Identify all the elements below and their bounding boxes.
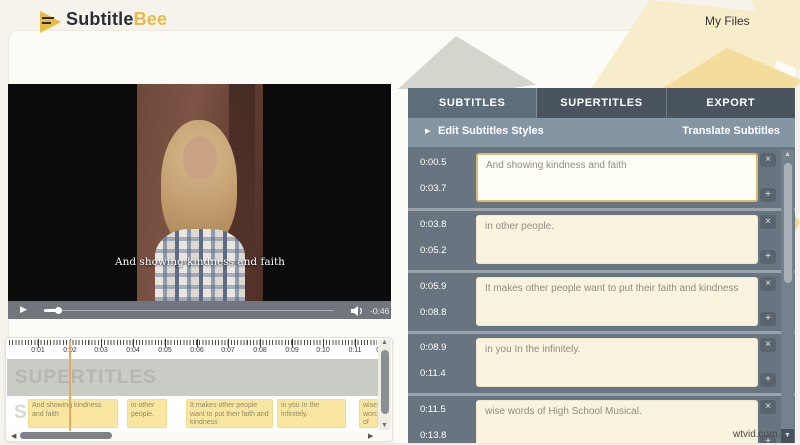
timeline-vertical-scrollbar[interactable]: ▲ ▼	[378, 339, 391, 430]
logo-text-bee: Bee	[134, 9, 168, 29]
add-entry-button[interactable]: +	[760, 250, 776, 264]
ruler-label: 0:05	[152, 347, 178, 354]
edit-subtitles-styles-button[interactable]: Edit Subtitles Styles	[438, 125, 544, 137]
add-entry-button[interactable]: +	[760, 373, 776, 387]
subtitle-text-input[interactable]: in other people.	[476, 215, 758, 264]
subtitles-track-watermark: S	[14, 402, 27, 424]
seek-bar[interactable]	[62, 310, 334, 311]
entry-start-time[interactable]: 0:08.9	[420, 342, 446, 353]
timeline-panel: 0:01 0:02 0:03 0:04 0:05 0:06 0:07 0:08 …	[5, 337, 393, 442]
entry-start-time[interactable]: 0:00.5	[420, 157, 446, 168]
delete-entry-button[interactable]: ×	[760, 215, 776, 229]
delete-entry-button[interactable]: ×	[760, 277, 776, 291]
scroll-up-icon[interactable]: ▲	[378, 339, 391, 346]
entry-separator	[408, 270, 795, 273]
timeline-block[interactable]: in other people.	[127, 399, 167, 428]
delete-entry-button[interactable]: ×	[760, 400, 776, 414]
ruler-label: 0:08	[247, 347, 273, 354]
time-remaining: -0:46	[370, 306, 389, 316]
seek-handle[interactable]	[55, 307, 62, 314]
ruler-label: 0:07	[215, 347, 241, 354]
add-entry-button[interactable]: +	[760, 188, 776, 202]
entry-end-time[interactable]: 0:13.8	[420, 430, 446, 441]
subtitles-track: S And showing kindness and faith in othe…	[7, 398, 378, 431]
subtitle-text-input[interactable]: wise words of High School Musical.	[476, 400, 758, 443]
tab-export[interactable]: EXPORT	[667, 88, 795, 118]
speaker-face	[183, 136, 217, 180]
add-entry-button[interactable]: +	[760, 312, 776, 326]
ruler-label: 0:09	[279, 347, 305, 354]
timeline-block[interactable]: wise words of High School Musical.	[359, 399, 378, 428]
volume-icon[interactable]	[350, 304, 364, 322]
entry-end-time[interactable]: 0:11.4	[420, 368, 446, 379]
video-controls-bar: ▶ -0:46	[8, 301, 391, 319]
chevron-right-icon: ▶	[425, 127, 430, 135]
subtitle-entry: 0:00.5 0:03.7 And showing kindness and f…	[408, 150, 795, 206]
ruler-label: 0:10	[310, 347, 336, 354]
subtitle-entry: 0:08.9 0:11.4 in you In the infinitely. …	[408, 335, 795, 391]
scrollbar-thumb[interactable]	[381, 350, 389, 414]
scrollbar-thumb[interactable]	[784, 163, 792, 283]
scroll-left-icon[interactable]: ◀	[11, 432, 16, 440]
scrollbar-thumb[interactable]	[20, 432, 112, 439]
site-watermark: wtvid.com	[733, 429, 777, 440]
ruler-label: 0:01	[25, 347, 51, 354]
entry-list-scrollbar[interactable]: ▲ ▼	[781, 150, 794, 443]
video-subtitle-overlay: And showing kindness and faith	[112, 256, 288, 268]
delete-entry-button[interactable]: ×	[760, 153, 776, 167]
ruler-label: 0:06	[184, 347, 210, 354]
tab-supertitles[interactable]: SUPERTITLES	[537, 88, 666, 118]
playhead[interactable]	[69, 340, 71, 431]
video-player[interactable]: And showing kindness and faith ▶ -0:46	[8, 84, 391, 319]
entry-end-time[interactable]: 0:08.8	[420, 307, 446, 318]
tab-subtitles[interactable]: SUBTITLES	[408, 88, 537, 118]
ruler-ticks	[9, 340, 377, 345]
subtitlebee-app: SubtitleBee My Files And showing kindnes…	[0, 0, 800, 445]
timeline-block[interactable]: in you In the infinitely.	[277, 399, 346, 428]
scroll-down-icon[interactable]: ▼	[781, 429, 794, 443]
ruler-label: 0:04	[120, 347, 146, 354]
ruler-label: 0:03	[88, 347, 114, 354]
supertitles-track[interactable]: SUPERTITLES	[7, 359, 378, 396]
entry-start-time[interactable]: 0:03.8	[420, 219, 446, 230]
ruler-label: 0:11	[342, 347, 368, 354]
entry-separator	[408, 331, 795, 334]
translate-subtitles-button[interactable]: Translate Subtitles	[682, 125, 780, 137]
my-files-link[interactable]: My Files	[705, 14, 750, 28]
entry-start-time[interactable]: 0:11.5	[420, 404, 446, 415]
subtitlebee-logo-icon	[40, 11, 61, 33]
play-button[interactable]: ▶	[20, 304, 27, 315]
subtitle-editor-panel: SUBTITLES SUPERTITLES EXPORT ▶ Edit Subt…	[408, 88, 795, 443]
scroll-up-icon[interactable]: ▲	[781, 151, 794, 158]
subtitle-entry-list: 0:00.5 0:03.7 And showing kindness and f…	[408, 147, 795, 443]
entry-separator	[408, 393, 795, 396]
subtitle-text-input[interactable]: in you In the infinitely.	[476, 338, 758, 387]
subtitle-entry: 0:05.9 0:08.8 It makes other people want…	[408, 274, 795, 330]
logo-text-subtitle: Subtitle	[66, 9, 134, 29]
scroll-down-icon[interactable]: ▼	[378, 422, 391, 429]
delete-entry-button[interactable]: ×	[760, 338, 776, 352]
subtitle-text-input[interactable]: It makes other people want to put their …	[476, 277, 758, 326]
entry-end-time[interactable]: 0:05.2	[420, 245, 446, 256]
scroll-right-icon[interactable]: ▶	[368, 432, 373, 440]
timeline-block[interactable]: And showing kindness and faith	[28, 399, 118, 428]
timeline-horizontal-scrollbar[interactable]: ◀ ▶	[6, 431, 392, 441]
subtitle-text-input[interactable]: And showing kindness and faith	[476, 153, 758, 202]
tab-bar: SUBTITLES SUPERTITLES EXPORT	[408, 88, 795, 118]
styles-bar: ▶ Edit Subtitles Styles Translate Subtit…	[408, 118, 795, 147]
timeline-block[interactable]: It makes other people want to put their …	[186, 399, 273, 428]
entry-end-time[interactable]: 0:03.7	[420, 183, 446, 194]
video-frame	[137, 84, 263, 301]
subtitlebee-logo[interactable]: SubtitleBee	[66, 9, 167, 30]
supertitles-track-watermark: SUPERTITLES	[7, 359, 378, 396]
subtitle-entry: 0:03.8 0:05.2 in other people. × +	[408, 212, 795, 268]
entry-start-time[interactable]: 0:05.9	[420, 281, 446, 292]
entry-separator	[408, 208, 795, 211]
